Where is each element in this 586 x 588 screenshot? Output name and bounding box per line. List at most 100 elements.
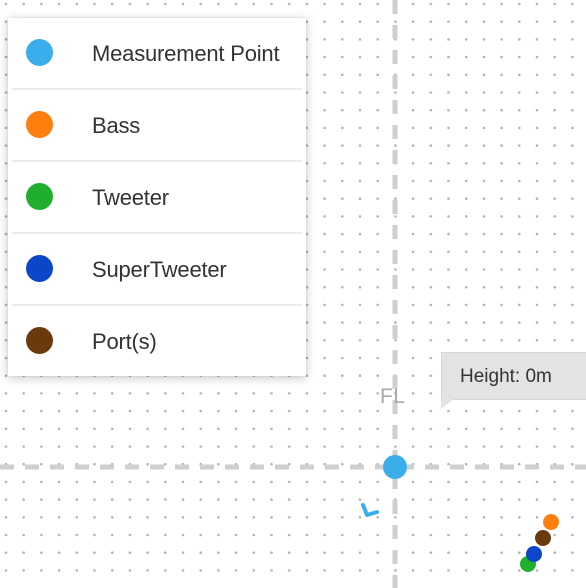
grid-dot: [323, 126, 326, 130]
grid-dot: [323, 144, 326, 147]
grid-dot: [482, 250, 486, 254]
grid-dot: [358, 126, 362, 130]
grid-dot: [376, 91, 380, 94]
grid-dot: [482, 38, 486, 41]
grid-dot: [22, 498, 26, 501]
grid-dot: [535, 91, 539, 94]
grid-dot: [93, 462, 96, 466]
grid-dot: [553, 303, 556, 307]
bass-marker[interactable]: [543, 514, 559, 530]
grid-dot: [553, 91, 556, 94]
grid-dot: [535, 215, 539, 218]
grid-dot: [518, 144, 521, 147]
grid-dot: [199, 569, 202, 572]
grid-dot: [199, 516, 202, 519]
grid-dot: [411, 569, 415, 572]
grid-dot: [482, 268, 486, 271]
grid-dot: [323, 179, 326, 183]
grid-dot: [305, 551, 309, 554]
grid-dot: [128, 516, 132, 519]
grid-dot: [252, 445, 256, 448]
grid-dot: [571, 250, 574, 254]
grid-dot: [571, 232, 574, 236]
grid-dot: [341, 250, 344, 254]
supertweeter-marker[interactable]: [526, 546, 542, 562]
grid-dot: [464, 303, 468, 307]
grid-dot: [464, 126, 468, 130]
grid-dot: [535, 126, 539, 130]
grid-dot: [287, 445, 291, 448]
grid-dot: [4, 392, 8, 395]
grid-dot: [447, 409, 450, 413]
grid-dot: [217, 551, 220, 554]
grid-dot: [518, 250, 521, 254]
grid-dot: [535, 73, 539, 77]
height-tooltip-text: Height: 0m: [460, 366, 552, 387]
grid-dot: [500, 498, 503, 501]
grid-dot: [464, 215, 468, 218]
grid-dot: [464, 339, 468, 342]
grid-dot: [146, 445, 149, 448]
grid-dot: [358, 215, 362, 218]
grid-dot: [429, 162, 433, 165]
port-marker[interactable]: [535, 530, 551, 546]
grid-dot: [376, 144, 380, 147]
grid-dot: [500, 409, 503, 413]
grid-dot: [181, 516, 185, 519]
grid-dot: [518, 268, 521, 271]
grid-dot: [571, 427, 574, 431]
grid-dot: [75, 516, 79, 519]
grid-dot: [500, 551, 503, 554]
grid-dot: [75, 392, 79, 395]
grid-dot: [341, 197, 344, 200]
grid-dot: [429, 197, 433, 200]
grid-dot: [40, 498, 43, 501]
grid-dot: [93, 516, 96, 519]
grid-dot: [482, 569, 486, 572]
grid-dot: [164, 2, 167, 6]
grid-dot: [429, 232, 433, 236]
grid-dot: [500, 91, 503, 94]
grid-dot: [4, 409, 8, 413]
grid-dot: [394, 339, 397, 342]
listener-orientation-marker[interactable]: [361, 503, 379, 517]
grid-dot: [464, 551, 468, 554]
grid-dot: [287, 409, 291, 413]
grid-dot: [535, 2, 539, 6]
grid-dot: [429, 339, 433, 342]
grid-dot: [323, 427, 326, 431]
grid-dot: [128, 533, 132, 537]
grid-dot: [447, 427, 450, 431]
grid-dot: [535, 162, 539, 165]
grid-dot: [447, 108, 450, 112]
grid-dot: [164, 462, 167, 466]
grid-dot: [447, 73, 450, 77]
grid-dot: [341, 73, 344, 77]
grid-dot: [464, 162, 468, 165]
grid-dot: [518, 445, 521, 448]
grid-dot: [394, 569, 397, 572]
grid-dot: [4, 250, 8, 254]
grid-dot: [75, 498, 79, 501]
grid-dot: [323, 215, 326, 218]
grid-dot: [22, 409, 26, 413]
grid-dot: [500, 108, 503, 112]
grid-dot: [571, 268, 574, 271]
grid-dot: [518, 197, 521, 200]
grid-dot: [358, 569, 362, 572]
grid-dot: [553, 498, 556, 501]
grid-dot: [40, 533, 43, 537]
measurement-point-marker[interactable]: [383, 455, 407, 479]
grid-dot: [40, 462, 43, 466]
grid-dot: [429, 20, 433, 24]
grid-dot: [40, 392, 43, 395]
grid-dot: [376, 445, 380, 448]
grid-dot: [4, 498, 8, 501]
grid-dot: [40, 409, 43, 413]
grid-dot: [571, 551, 574, 554]
grid-dot: [128, 569, 132, 572]
grid-dot: [252, 498, 256, 501]
legend-item-ports: Port(s): [12, 306, 302, 376]
grid-dot: [482, 516, 486, 519]
grid-dot: [341, 268, 344, 271]
